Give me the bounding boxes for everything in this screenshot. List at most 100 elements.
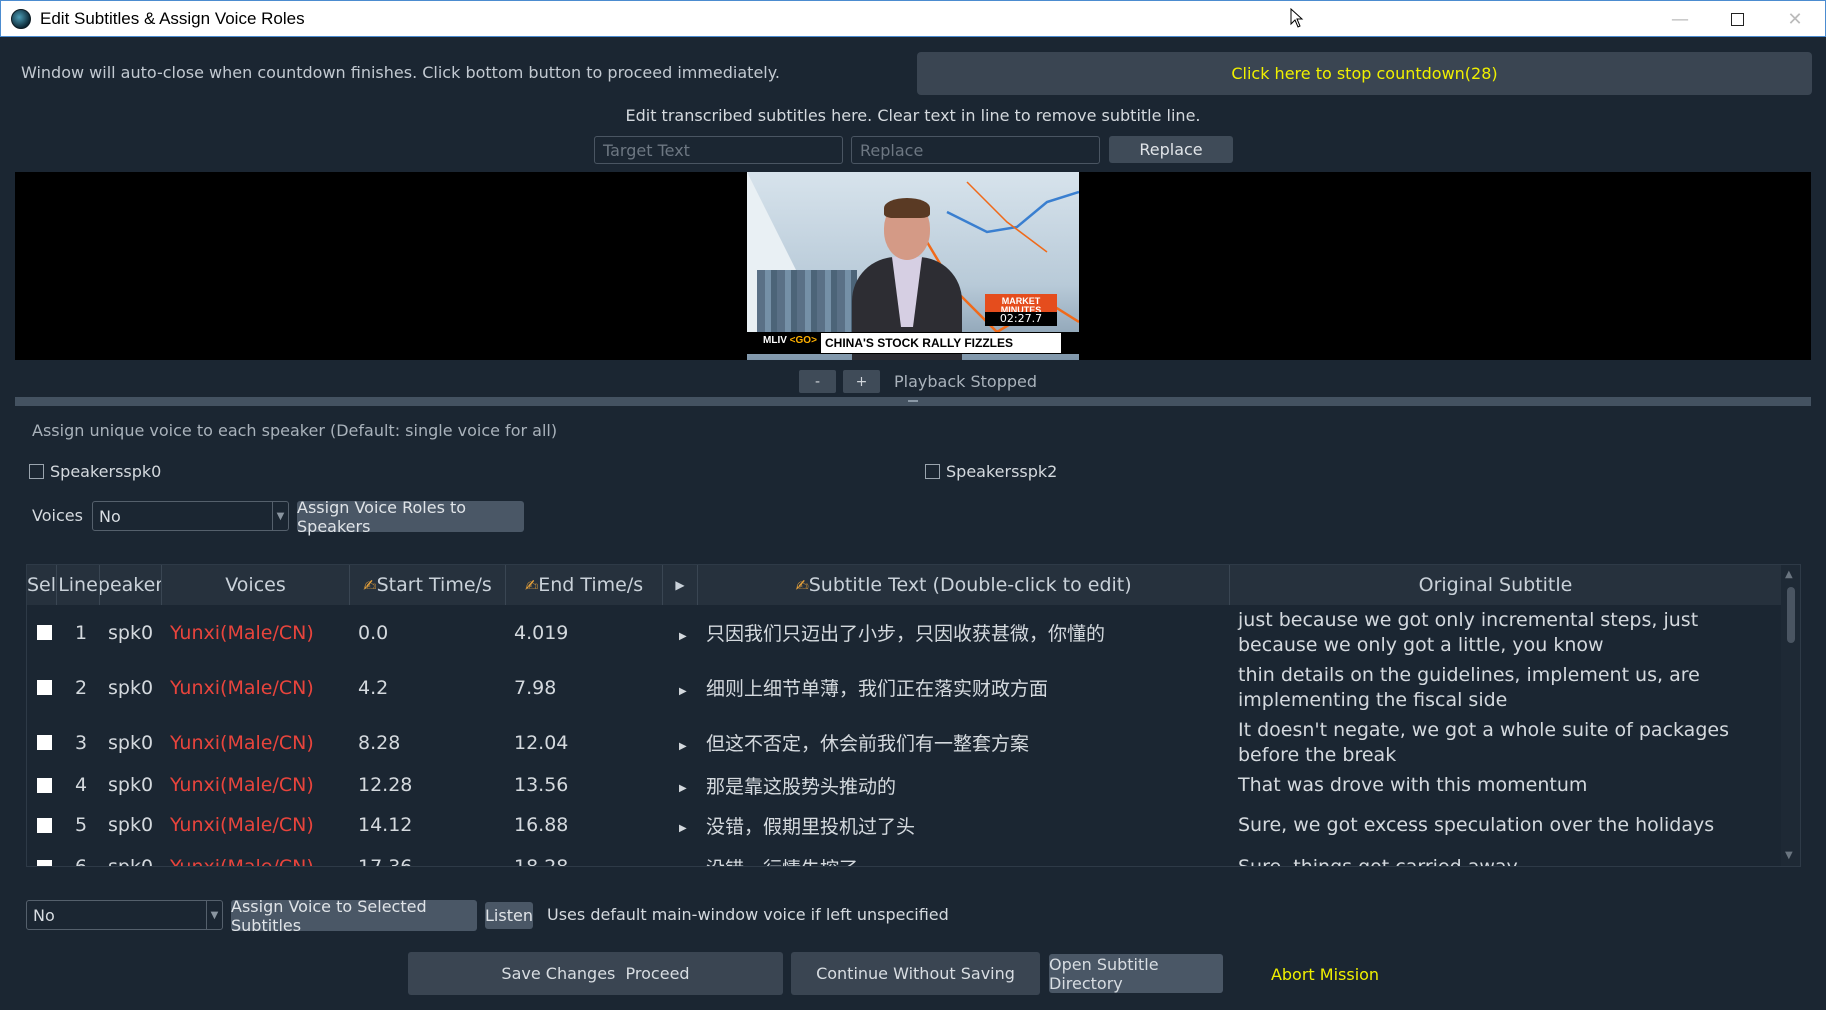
selected-voice-select[interactable]: No ▼ (26, 900, 223, 930)
row-subtitle-text[interactable]: 那是靠这股势头推动的 (698, 772, 1230, 799)
open-subtitle-directory-button[interactable]: Open Subtitle Directory (1049, 954, 1223, 993)
row-voice: Yunxi(Male/CN) (170, 731, 314, 754)
close-button[interactable]: ✕ (1766, 1, 1824, 37)
row-subtitle-text[interactable]: 没错，假期里投机过了头 (698, 812, 1230, 839)
row-voice: Yunxi(Male/CN) (170, 676, 314, 699)
row-cell[interactable]: ▶ (663, 677, 698, 699)
row-end-time: 16.88 (514, 814, 569, 836)
speaker-spk0-checkbox[interactable]: Speakersspk0 (29, 462, 161, 481)
row-checkbox[interactable] (37, 680, 52, 695)
row-cell[interactable]: ▶ (663, 732, 698, 754)
play-row-icon[interactable]: ▶ (679, 631, 687, 642)
table-row[interactable]: 1 spk0 Yunxi(Male/CN) 0.0 4.019 ▶ 只因我们只迈出了小步，只… (27, 605, 1781, 660)
col-voices[interactable]: Voices (162, 565, 350, 605)
row-checkbox[interactable] (37, 735, 52, 750)
app-icon (11, 8, 31, 29)
minimize-button[interactable]: — (1651, 1, 1709, 37)
row-checkbox[interactable] (37, 859, 52, 866)
table-row[interactable]: 2 spk0 Yunxi(Male/CN) 4.2 7.98 ▶ 细则上细节单薄，我们正在落… (27, 660, 1781, 715)
row-subtitle-text[interactable]: 只因我们只迈出了小步，只因收获甚微，你懂的 (698, 619, 1230, 646)
row-line: 4 (75, 774, 88, 796)
row-cell[interactable]: ▶ (663, 774, 698, 796)
row-checkbox[interactable] (37, 625, 52, 640)
row-cell[interactable]: ▶ (663, 622, 698, 644)
speaker-spk2-label: Speakersspk2 (946, 462, 1058, 481)
col-end[interactable]: ✍ End Time/s (506, 565, 663, 605)
speaker-assign-hint: Assign unique voice to each speaker (Def… (32, 421, 558, 440)
col-start[interactable]: ✍ Start Time/s (350, 565, 506, 605)
row-subtitle-text[interactable]: 细则上细节单薄，我们正在落实财政方面 (698, 674, 1230, 701)
zoom-out-button[interactable]: - (799, 370, 836, 393)
row-voice: Yunxi(Male/CN) (170, 856, 314, 867)
assign-voice-selected-button[interactable]: Assign Voice to Selected Subtitles (231, 897, 477, 935)
row-cell[interactable] (27, 777, 57, 793)
table-scrollbar[interactable]: ▲ ▼ (1781, 565, 1800, 866)
zoom-in-button[interactable]: + (843, 370, 880, 393)
row-start-time: 17.36 (358, 856, 413, 867)
abort-mission-button[interactable]: Abort Mission (1240, 962, 1410, 987)
row-end-time: 7.98 (514, 676, 557, 699)
continue-without-saving-button[interactable]: Continue Without Saving (791, 952, 1040, 995)
speaker-spk2-checkbox[interactable]: Speakersspk2 (925, 462, 1057, 481)
row-cell[interactable] (27, 680, 57, 695)
video-headline: CHINA'S STOCK RALLY FIZZLES (821, 333, 1061, 353)
scroll-up-icon[interactable]: ▲ (1785, 569, 1793, 580)
replace-input[interactable]: Replace (851, 136, 1100, 164)
replace-button[interactable]: Replace (1109, 136, 1233, 163)
window-title: Edit Subtitles & Assign Voice Roles (40, 8, 305, 28)
play-row-icon[interactable]: ▶ (679, 783, 687, 794)
target-text-input[interactable]: Target Text (594, 136, 843, 164)
row-original-subtitle: thin details on the guidelines, implemen… (1238, 663, 1700, 711)
row-speaker: spk0 (108, 731, 154, 754)
save-proceed-button[interactable]: Save Changes Proceed (408, 952, 783, 995)
row-start-time: 0.0 (358, 621, 389, 644)
row-checkbox[interactable] (37, 777, 52, 793)
row-cell[interactable] (27, 625, 57, 640)
play-row-icon[interactable]: ▶ (679, 865, 687, 866)
row-speaker: spk0 (108, 621, 154, 644)
voices-select[interactable]: No ▼ (92, 501, 289, 531)
row-start-time: 12.28 (358, 774, 413, 796)
col-subtitle-label: Subtitle Text (Double-click to edit) (808, 574, 1132, 596)
col-play[interactable]: ▶ (663, 565, 698, 605)
col-original[interactable]: Original Subtitle (1230, 565, 1761, 605)
assign-voice-roles-button[interactable]: Assign Voice Roles to Speakers (297, 498, 524, 536)
playback-status: Playback Stopped (894, 372, 1038, 391)
row-speaker: spk0 (108, 774, 154, 796)
row-original-subtitle: just because we got only incremental ste… (1238, 608, 1699, 656)
col-line[interactable]: Line (57, 565, 100, 605)
checkbox-icon (925, 464, 940, 479)
row-cell[interactable]: ▶ (663, 814, 698, 836)
row-original-subtitle: It doesn't negate, we got a whole suite … (1238, 718, 1729, 766)
row-cell[interactable] (27, 859, 57, 866)
play-row-icon[interactable]: ▶ (679, 823, 687, 834)
play-row-icon[interactable]: ▶ (679, 686, 687, 697)
col-subtitle[interactable]: ✍ Subtitle Text (Double-click to edit) (698, 565, 1230, 605)
table-row[interactable]: 5 spk0 Yunxi(Male/CN) 14.12 16.88 ▶ 没错，假期里投机过了… (27, 805, 1781, 845)
row-checkbox[interactable] (37, 817, 52, 833)
ticker-go: <GO> (789, 335, 817, 346)
row-end-time: 13.56 (514, 774, 569, 796)
row-cell[interactable]: ▶ (663, 856, 698, 866)
col-speaker[interactable]: peaker (100, 565, 162, 605)
edit-hand-icon: ✍ (524, 575, 539, 595)
table-row[interactable]: 6 spk0 Yunxi(Male/CN) 17.36 18.28 ▶ 没错，行情失控了 Su… (27, 847, 1781, 867)
ticker-mliv: MLIV (763, 335, 787, 346)
row-start-time: 8.28 (358, 731, 401, 754)
row-cell[interactable] (27, 817, 57, 833)
stop-countdown-button[interactable]: Click here to stop countdown(28) (917, 52, 1812, 95)
row-subtitle-text[interactable]: 但这不否定，休会前我们有一整套方案 (698, 729, 1230, 756)
scroll-down-icon[interactable]: ▼ (1785, 850, 1793, 861)
scrollbar-thumb[interactable] (1787, 587, 1795, 643)
maximize-icon (1730, 12, 1744, 26)
maximize-button[interactable] (1708, 1, 1766, 37)
listen-button[interactable]: Listen (485, 902, 533, 929)
play-row-icon[interactable]: ▶ (679, 741, 687, 752)
row-speaker: spk0 (108, 856, 154, 867)
row-cell[interactable] (27, 735, 57, 750)
col-sel[interactable]: Sel (27, 565, 57, 605)
table-row[interactable]: 4 spk0 Yunxi(Male/CN) 12.28 13.56 ▶ 那是靠这股势头推动的… (27, 765, 1781, 805)
table-row[interactable]: 3 spk0 Yunxi(Male/CN) 8.28 12.04 ▶ 但这不否定，休会前我们… (27, 715, 1781, 770)
edit-hand-icon: ✍ (363, 575, 377, 595)
row-subtitle-text[interactable]: 没错，行情失控了 (698, 854, 1230, 867)
